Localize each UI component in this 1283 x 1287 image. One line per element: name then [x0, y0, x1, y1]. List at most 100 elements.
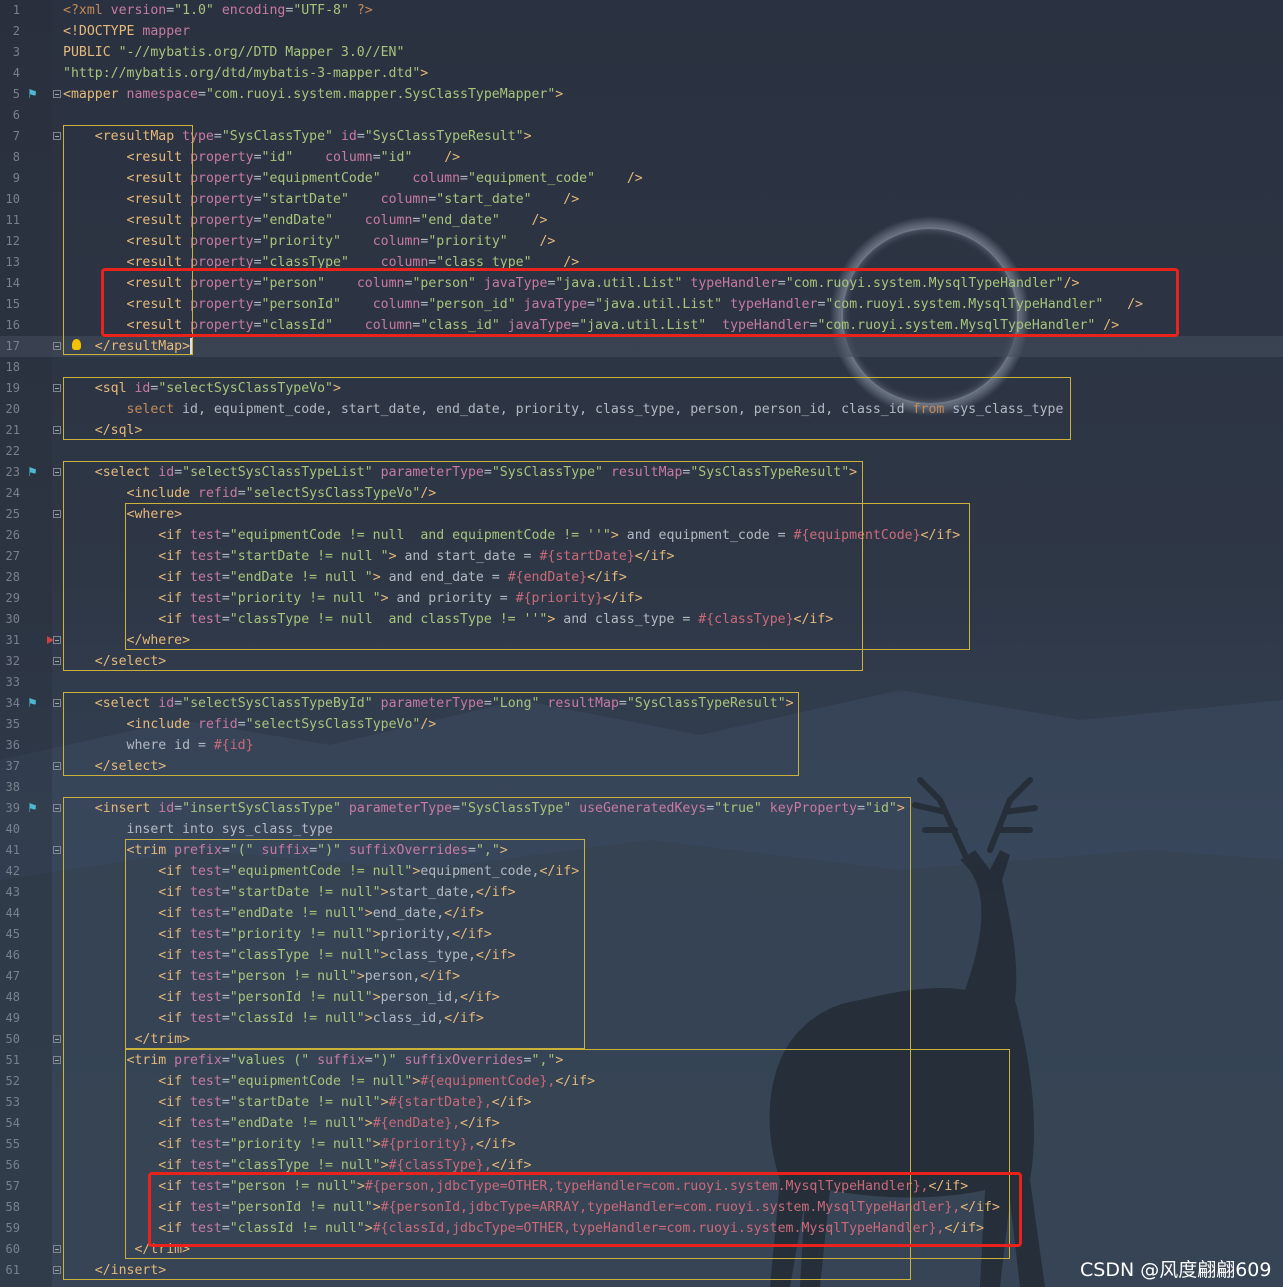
code-line[interactable]: 36 where id = #{id} — [0, 735, 1283, 756]
code-line[interactable]: 2 <!DOCTYPE mapper — [0, 21, 1283, 42]
code-line[interactable]: 4 "http://mybatis.org/dtd/mybatis-3-mappe… — [0, 63, 1283, 84]
fold-toggle-icon[interactable] — [53, 510, 61, 518]
code-line[interactable]: 10 <result property="startDate" column="… — [0, 189, 1283, 210]
code-text[interactable]: <if test="startDate != null "> and start… — [63, 546, 674, 567]
code-line[interactable]: 42 <if test="equipmentCode != null">equi… — [0, 861, 1283, 882]
code-text[interactable]: <resultMap type="SysClassType" id="SysCl… — [63, 126, 532, 147]
code-text[interactable]: <!DOCTYPE mapper — [63, 21, 190, 42]
code-line[interactable]: 5 ⚑ <mapper namespace="com.ruoyi.system.ma… — [0, 84, 1283, 105]
code-line[interactable]: 21 </sql> — [0, 420, 1283, 441]
code-text[interactable]: <trim prefix="values (" suffix=")" suffi… — [63, 1050, 564, 1071]
fold-toggle-icon[interactable] — [53, 426, 61, 434]
code-line[interactable]: 18 — [0, 357, 1283, 378]
code-line[interactable]: 27 <if test="startDate != null "> and st… — [0, 546, 1283, 567]
code-text[interactable]: <mapper namespace="com.ruoyi.system.mapp… — [63, 84, 563, 105]
bean-icon[interactable]: ⚑ — [27, 696, 41, 710]
code-text[interactable]: <select id="selectSysClassTypeList" para… — [63, 462, 857, 483]
code-text[interactable]: <if test="startDate != null">#{startDate… — [63, 1092, 531, 1113]
code-text[interactable]: <?xml version="1.0" encoding="UTF-8" ?> — [63, 0, 373, 21]
code-line[interactable]: 25 <where> — [0, 504, 1283, 525]
code-text[interactable]: <if test="equipmentCode != null">#{equip… — [63, 1071, 595, 1092]
fold-toggle-icon[interactable] — [53, 762, 61, 770]
code-text[interactable]: <trim prefix="(" suffix=")" suffixOverri… — [63, 840, 508, 861]
code-text[interactable]: </resultMap> — [63, 336, 190, 357]
code-text[interactable]: <if test="endDate != null">end_date,</if… — [63, 903, 484, 924]
code-line[interactable]: 12 <result property="priority" column="p… — [0, 231, 1283, 252]
code-text[interactable]: <include refid="selectSysClassTypeVo"/> — [63, 714, 437, 735]
fold-toggle-icon[interactable] — [53, 1266, 61, 1274]
code-line[interactable]: 1 <?xml version="1.0" encoding="UTF-8" ?> — [0, 0, 1283, 21]
code-line[interactable]: 49 <if test="classId != null">class_id,<… — [0, 1008, 1283, 1029]
code-line[interactable]: 37 </select> — [0, 756, 1283, 777]
code-line[interactable]: 43 <if test="startDate != null">start_da… — [0, 882, 1283, 903]
code-editor[interactable]: 1 <?xml version="1.0" encoding="UTF-8" ?>… — [0, 0, 1283, 1287]
code-line[interactable]: 23 ⚑ <select id="selectSysClassTypeList" … — [0, 462, 1283, 483]
code-text[interactable]: </trim> — [63, 1029, 190, 1050]
code-line[interactable]: 11 <result property="endDate" column="en… — [0, 210, 1283, 231]
fold-toggle-icon[interactable] — [53, 1056, 61, 1064]
code-text[interactable]: <if test="startDate != null">start_date,… — [63, 882, 515, 903]
code-text[interactable]: where id = #{id} — [63, 735, 254, 756]
fold-toggle-icon[interactable] — [53, 90, 61, 98]
code-line[interactable]: 53 <if test="startDate != null">#{startD… — [0, 1092, 1283, 1113]
code-line[interactable]: 20 select id, equipment_code, start_date… — [0, 399, 1283, 420]
code-line[interactable]: 54 <if test="endDate != null">#{endDate}… — [0, 1113, 1283, 1134]
code-line[interactable]: 46 <if test="classType != null">class_ty… — [0, 945, 1283, 966]
code-line[interactable]: 32 </select> — [0, 651, 1283, 672]
code-line[interactable]: 31 </where> — [0, 630, 1283, 651]
code-line[interactable]: 48 <if test="personId != null">person_id… — [0, 987, 1283, 1008]
code-text[interactable]: <result property="priority" column="prio… — [63, 231, 556, 252]
code-line[interactable]: 24 <include refid="selectSysClassTypeVo"… — [0, 483, 1283, 504]
code-line[interactable]: 45 <if test="priority != null">priority,… — [0, 924, 1283, 945]
code-line[interactable]: 41 <trim prefix="(" suffix=")" suffixOve… — [0, 840, 1283, 861]
code-text[interactable]: <result property="endDate" column="end_d… — [63, 210, 548, 231]
code-text[interactable]: <if test="priority != null">#{priority},… — [63, 1134, 515, 1155]
code-text[interactable]: <if test="endDate != null "> and end_dat… — [63, 567, 627, 588]
fold-toggle-icon[interactable] — [53, 846, 61, 854]
code-line[interactable]: 33 — [0, 672, 1283, 693]
code-line[interactable]: 28 <if test="endDate != null "> and end_… — [0, 567, 1283, 588]
code-line[interactable]: 38 — [0, 777, 1283, 798]
code-line[interactable]: 34 ⚑ <select id="selectSysClassTypeById" … — [0, 693, 1283, 714]
code-line[interactable]: 9 <result property="equipmentCode" colum… — [0, 168, 1283, 189]
fold-toggle-icon[interactable] — [53, 132, 61, 140]
code-text[interactable]: <if test="classId != null">class_id,</if… — [63, 1008, 484, 1029]
code-text[interactable]: <if test="personId != null">person_id,</… — [63, 987, 499, 1008]
code-line[interactable]: 26 <if test="equipmentCode != null and e… — [0, 525, 1283, 546]
code-text[interactable]: <if test="person != null">person,</if> — [63, 966, 460, 987]
code-text[interactable]: insert into sys_class_type — [63, 819, 333, 840]
code-text[interactable]: "http://mybatis.org/dtd/mybatis-3-mapper… — [63, 63, 428, 84]
fold-toggle-icon[interactable] — [53, 804, 61, 812]
code-line[interactable]: 40 insert into sys_class_type — [0, 819, 1283, 840]
code-text[interactable]: <result property="id" column="id" /> — [63, 147, 461, 168]
code-line[interactable]: 30 <if test="classType != null and class… — [0, 609, 1283, 630]
code-line[interactable]: 47 <if test="person != null">person,</if… — [0, 966, 1283, 987]
code-text[interactable]: <if test="endDate != null">#{endDate},</… — [63, 1113, 499, 1134]
code-text[interactable]: <if test="equipmentCode != null and equi… — [63, 525, 960, 546]
code-text[interactable]: <if test="equipmentCode != null">equipme… — [63, 861, 579, 882]
code-text[interactable]: <where> — [63, 504, 183, 525]
code-text[interactable]: PUBLIC "-//mybatis.org//DTD Mapper 3.0//… — [63, 42, 404, 63]
code-line[interactable]: 8 <result property="id" column="id" /> — [0, 147, 1283, 168]
code-line[interactable]: 22 — [0, 441, 1283, 462]
code-line[interactable]: 6 — [0, 105, 1283, 126]
fold-toggle-icon[interactable] — [53, 1245, 61, 1253]
code-line[interactable]: 52 <if test="equipmentCode != null">#{eq… — [0, 1071, 1283, 1092]
fold-toggle-icon[interactable] — [53, 636, 61, 644]
code-text[interactable]: <include refid="selectSysClassTypeVo"/> — [63, 483, 437, 504]
code-line[interactable]: 35 <include refid="selectSysClassTypeVo"… — [0, 714, 1283, 735]
code-line[interactable]: 44 <if test="endDate != null">end_date,<… — [0, 903, 1283, 924]
code-text[interactable]: <if test="priority != null "> and priori… — [63, 588, 642, 609]
code-text[interactable]: </where> — [63, 630, 191, 651]
code-line[interactable]: 19 <sql id="selectSysClassTypeVo"> — [0, 378, 1283, 399]
code-line[interactable]: 39 ⚑ <insert id="insertSysClassType" para… — [0, 798, 1283, 819]
code-line[interactable]: 50 </trim> — [0, 1029, 1283, 1050]
code-line[interactable]: 51 <trim prefix="values (" suffix=")" su… — [0, 1050, 1283, 1071]
code-text[interactable]: <insert id="insertSysClassType" paramete… — [63, 798, 905, 819]
code-line[interactable]: 29 <if test="priority != null "> and pri… — [0, 588, 1283, 609]
bean-icon[interactable]: ⚑ — [27, 465, 41, 479]
fold-toggle-icon[interactable] — [53, 468, 61, 476]
code-text[interactable]: </sql> — [63, 420, 143, 441]
code-text[interactable]: </insert> — [63, 1260, 166, 1281]
code-text[interactable]: <if test="classType != null">class_type,… — [63, 945, 515, 966]
